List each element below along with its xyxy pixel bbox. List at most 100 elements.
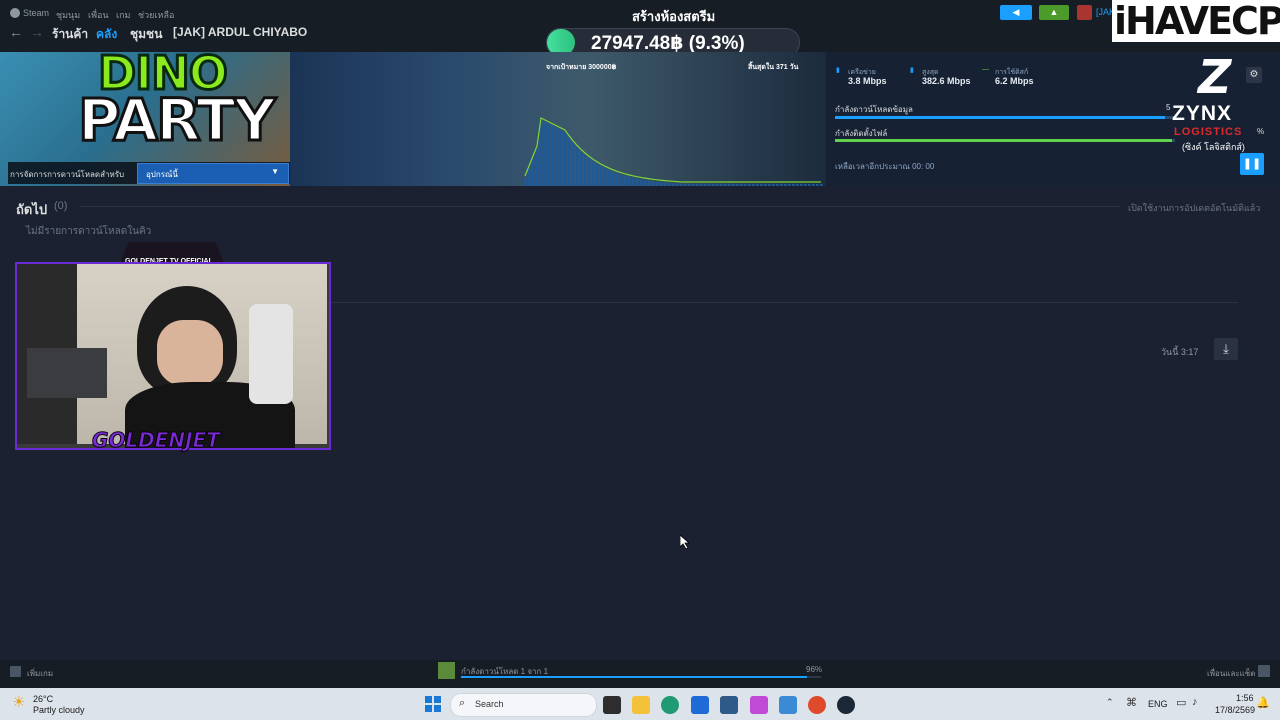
network-value: 3.8 Mbps: [848, 76, 887, 86]
bandwidth-bar: [780, 184, 783, 186]
avatar[interactable]: [1077, 5, 1092, 20]
bandwidth-bar: [760, 184, 763, 186]
bandwidth-bar: [792, 184, 795, 186]
bandwidth-bar: [584, 155, 587, 186]
nav-library[interactable]: คลัง: [96, 25, 117, 44]
stream-room-title: สร้างห้องสตรีม: [632, 9, 716, 24]
queue-title: ถัดไป: [16, 202, 48, 217]
network-bars-icon: ▮: [836, 67, 840, 74]
bandwidth-bar: [724, 184, 727, 186]
edge-browser-icon[interactable]: [661, 696, 679, 714]
nav-profile[interactable]: [JAK] ARDUL CHIYABO: [173, 25, 307, 39]
file-explorer-icon[interactable]: [632, 696, 650, 714]
bandwidth-bar: [820, 184, 823, 186]
donation-days-left: สิ้นสุดใน 371 วัน: [748, 64, 799, 71]
menu-view[interactable]: ชุมนุม: [56, 8, 80, 22]
bandwidth-bar: [588, 158, 591, 186]
clock-time[interactable]: 1:56: [1236, 693, 1254, 703]
bandwidth-bar: [564, 132, 567, 186]
weather-temperature[interactable]: 26°C: [33, 694, 53, 704]
notifications-button[interactable]: ▲: [1039, 5, 1069, 20]
bandwidth-bar: [524, 178, 527, 186]
device-select[interactable]: อุปกรณ์นี้ ▼: [137, 163, 289, 184]
menu-games[interactable]: เกม: [116, 8, 130, 22]
friends-chat-button[interactable]: เพื่อนและแช็ต: [1207, 667, 1255, 680]
bandwidth-bar: [628, 176, 631, 186]
download-button[interactable]: ⤓: [1214, 338, 1238, 360]
steam-taskbar-icon[interactable]: [837, 696, 855, 714]
chevron-down-icon: ▼: [271, 167, 279, 176]
bandwidth-bar: [752, 184, 755, 186]
tray-chevron-up-icon[interactable]: ⌃: [1106, 697, 1114, 708]
bandwidth-bar: [604, 168, 607, 186]
windows-start-icon[interactable]: [425, 696, 441, 712]
bandwidth-graph: [524, 117, 823, 186]
mail-icon[interactable]: [779, 696, 797, 714]
bandwidth-bar: [692, 184, 695, 186]
store-icon[interactable]: [720, 696, 738, 714]
back-arrow-icon[interactable]: ←: [9, 24, 23, 40]
device-select-value: อุปกรณ์นี้: [146, 170, 178, 179]
volume-icon[interactable]: ♪: [1192, 696, 1198, 708]
forward-arrow-icon[interactable]: →: [30, 24, 44, 40]
bandwidth-bar: [728, 184, 731, 186]
nav-store[interactable]: ร้านค้า: [52, 25, 88, 44]
chrome-icon[interactable]: [808, 696, 826, 714]
bandwidth-bar: [756, 184, 759, 186]
bandwidth-bar: [712, 184, 715, 186]
wifi-icon[interactable]: ▭: [1176, 696, 1186, 709]
downloading-game-thumb[interactable]: [438, 662, 455, 679]
settings-button[interactable]: ⚙: [1246, 67, 1262, 83]
language-indicator[interactable]: ENG: [1148, 699, 1168, 709]
ihavecpu-logo: iHAVECPU: [1112, 0, 1280, 43]
menu-steam[interactable]: Steam: [23, 8, 49, 18]
bandwidth-bar: [716, 184, 719, 186]
downloading-progress-track: [835, 116, 1175, 119]
copilot-icon[interactable]: [750, 696, 768, 714]
bandwidth-bar: [796, 184, 799, 186]
bandwidth-bar: [624, 175, 627, 186]
scheduled-time: วันนี้ 3:17: [1161, 347, 1199, 357]
weather-condition[interactable]: Partly cloudy: [33, 705, 85, 715]
bandwidth-bar: [672, 183, 675, 186]
bandwidth-bar: [704, 184, 707, 186]
bandwidth-bar: [576, 147, 579, 186]
bandwidth-bar: [648, 180, 651, 186]
pause-download-button[interactable]: ❚❚: [1240, 153, 1264, 175]
bandwidth-bar: [748, 184, 751, 186]
bandwidth-bar: [808, 184, 811, 186]
task-view-icon[interactable]: [603, 696, 621, 714]
bandwidth-bar: [620, 174, 623, 186]
menu-help[interactable]: ช่วยเหลือ: [138, 8, 174, 22]
taskbar-search[interactable]: ⌕ Search: [450, 693, 597, 717]
bandwidth-bar: [736, 184, 739, 186]
bandwidth-bar: [676, 183, 679, 186]
downloading-percent-prefix: 5: [1166, 103, 1171, 112]
notification-icon[interactable]: 🔔: [1256, 696, 1270, 709]
auto-update-text[interactable]: เปิดใช้งานการอัปเดตอัตโนมัติแล้ว: [1128, 201, 1260, 215]
footer-progress-track: [461, 676, 821, 678]
bandwidth-bar: [568, 137, 571, 186]
bandwidth-bar: [636, 178, 639, 186]
vscode-icon[interactable]: [691, 696, 709, 714]
bandwidth-bar: [552, 126, 555, 186]
add-game-button[interactable]: เพิ่มเกม: [27, 667, 53, 680]
clock-date[interactable]: 17/8/2569: [1215, 705, 1255, 715]
streamer-face: [157, 320, 223, 386]
bandwidth-bar: [800, 184, 803, 186]
add-game-icon[interactable]: [10, 666, 21, 677]
bandwidth-bar: [788, 184, 791, 186]
streamer-name: GOLDENJET: [92, 428, 221, 453]
bandwidth-bar: [812, 184, 815, 186]
nav-community[interactable]: ชุมชน: [130, 25, 162, 44]
installing-percent-suffix: %: [1257, 127, 1265, 136]
pause-icon: ❚❚: [1242, 158, 1262, 170]
friends-chat-icon[interactable]: [1258, 665, 1270, 677]
announcement-button[interactable]: ◀: [1000, 5, 1032, 20]
network-tray-icon[interactable]: ⌘: [1126, 696, 1137, 709]
bandwidth-bar: [764, 184, 767, 186]
gaming-chair: [249, 304, 293, 404]
menu-friends[interactable]: เพื่อน: [88, 8, 109, 22]
bandwidth-bar: [720, 184, 723, 186]
bandwidth-bar: [772, 184, 775, 186]
